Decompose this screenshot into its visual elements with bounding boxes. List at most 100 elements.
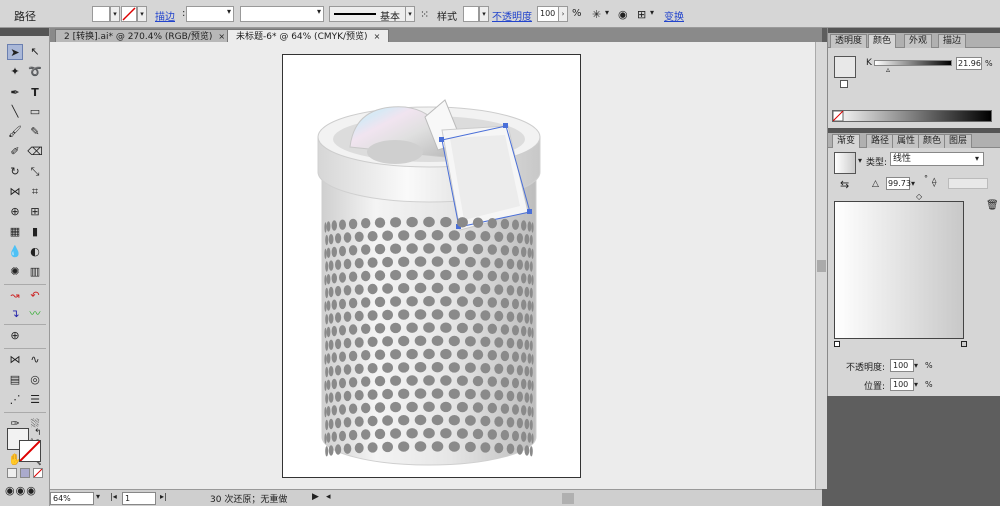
chevron-down-icon[interactable]: ▾	[605, 8, 609, 17]
custom-tool-1[interactable]: ↝	[7, 288, 23, 304]
scallop-tool[interactable]: ⋰	[7, 392, 23, 408]
last-page-icon[interactable]: ▸|	[160, 492, 167, 501]
symbol-sprayer-tool[interactable]: ✺	[7, 264, 23, 280]
scale-tool[interactable]: ⤡	[27, 164, 43, 180]
eraser-tool[interactable]: ⌫	[27, 144, 43, 160]
magic-wand-tool[interactable]: ✦	[7, 64, 23, 80]
gradient-mode-button[interactable]	[20, 468, 30, 478]
midpoint-diamond-icon[interactable]: ◇	[916, 192, 922, 201]
color-swatch[interactable]	[834, 56, 856, 78]
page-select[interactable]: 1	[122, 492, 156, 505]
vertical-scrollbar[interactable]	[815, 42, 827, 489]
gradient-type-select[interactable]: 线性	[890, 152, 984, 166]
first-page-icon[interactable]: |◂	[110, 492, 117, 501]
fill-dropdown[interactable]: ▾	[110, 6, 120, 22]
gradient-stop-right[interactable]	[961, 341, 967, 347]
crosshair-icon[interactable]: ⊕	[7, 328, 23, 344]
stop-location-input[interactable]: 100	[890, 378, 914, 391]
warp-tool[interactable]: ⋈	[7, 352, 23, 368]
tab-transparency[interactable]: 透明度	[830, 34, 868, 48]
tab-pathfinder[interactable]: 路径	[866, 134, 895, 148]
scroll-left-arrow[interactable]: ◂	[326, 492, 331, 502]
recolor-icon[interactable]: ✳	[592, 8, 601, 21]
stroke-swatch[interactable]	[121, 6, 137, 22]
pen-tool[interactable]: ✒	[7, 85, 23, 101]
reverse-gradient-icon[interactable]: ⇆	[840, 178, 849, 191]
stop-opacity-input[interactable]: 100	[890, 359, 914, 372]
mesh-tool[interactable]: ▦	[7, 224, 23, 240]
gradient-swatch[interactable]	[834, 152, 856, 174]
column-graph-tool[interactable]: ▥	[27, 264, 43, 280]
none-mode-button[interactable]	[33, 468, 43, 478]
line-tool[interactable]: ╲	[7, 104, 23, 120]
style-dropdown[interactable]: ▾	[479, 6, 489, 22]
brush-dropdown[interactable]: ▾	[405, 6, 415, 22]
chevron-down-icon[interactable]: ▾	[914, 361, 918, 370]
screen-mode-icons[interactable]: ◉◉◉	[5, 484, 37, 497]
free-transform-tool[interactable]: ⌗	[27, 184, 43, 200]
opacity-stepper[interactable]: ›	[558, 6, 568, 22]
gradient-stop-left[interactable]	[834, 341, 840, 347]
status-menu-arrow[interactable]: ▶	[312, 492, 319, 502]
chevron-down-icon[interactable]: ▾	[914, 380, 918, 389]
horizontal-scroll-thumb[interactable]	[562, 493, 574, 504]
tab-color[interactable]: 颜色	[868, 34, 897, 48]
stroke-link[interactable]: 描边	[155, 8, 175, 23]
aspect-ratio-input[interactable]	[948, 178, 988, 189]
blob-brush-tool[interactable]: ✐	[7, 144, 23, 160]
tools-header[interactable]	[0, 28, 49, 36]
zoom-select[interactable]: 64%	[50, 492, 94, 505]
paintbrush-tool[interactable]: 🖌	[7, 124, 23, 140]
angle-input[interactable]: 99.73	[886, 177, 911, 190]
perspective-grid-tool[interactable]: ⊞	[27, 204, 43, 220]
stroke-weight-input[interactable]: ▾	[186, 6, 234, 22]
lasso-tool[interactable]: ➰	[27, 64, 43, 80]
fill-swatch[interactable]	[92, 6, 110, 22]
pencil-tool[interactable]: ✎	[27, 124, 43, 140]
blend-tool[interactable]: ◐	[27, 244, 43, 260]
tab-attributes[interactable]: 属性	[892, 134, 921, 148]
close-icon[interactable]: ×	[374, 32, 381, 41]
stroke-dropdown[interactable]: ▾	[137, 6, 147, 22]
stroke-color-swatch[interactable]	[19, 440, 41, 462]
eyedropper-tool[interactable]: 💧	[7, 244, 23, 260]
list-tool[interactable]: ☰	[27, 392, 43, 408]
custom-tool-2[interactable]: ↶	[27, 288, 43, 304]
variable-width-profile[interactable]: ▾	[240, 6, 324, 22]
type-tool[interactable]: T	[27, 85, 43, 101]
trash-icon[interactable]: 🗑	[986, 200, 999, 211]
wave-tool[interactable]: ∿	[27, 352, 43, 368]
selection-tool[interactable]: ➤	[7, 44, 23, 60]
canvas-area[interactable]	[50, 42, 815, 489]
custom-tool-3[interactable]: ↴	[7, 306, 23, 322]
tab-appearance[interactable]: 外观	[904, 34, 933, 48]
twirl-tool[interactable]: ◎	[27, 372, 43, 388]
k-value-input[interactable]: 21.96	[956, 57, 982, 70]
k-slider-thumb[interactable]: ▵	[886, 65, 890, 74]
chevron-down-icon[interactable]: ▾	[858, 156, 862, 165]
transform-link[interactable]: 变换	[664, 8, 684, 23]
gradient-tool[interactable]: ▮	[27, 224, 43, 240]
tab-color-2[interactable]: 颜色	[918, 134, 947, 148]
shape-builder-tool[interactable]: ⊕	[7, 204, 23, 220]
width-tool[interactable]: ⋈	[7, 184, 23, 200]
chevron-down-icon[interactable]: ▾	[650, 8, 654, 17]
trash-bin-artwork[interactable]	[50, 42, 815, 489]
color-mode-button[interactable]	[7, 468, 17, 478]
custom-tool-4[interactable]: 〰	[27, 306, 43, 322]
color-spectrum[interactable]	[832, 110, 992, 122]
tab-layers[interactable]: 图层	[944, 134, 973, 148]
brush-definition[interactable]: 基本	[329, 6, 415, 23]
style-swatch[interactable]	[463, 6, 479, 22]
globe-icon[interactable]: ◉	[618, 8, 628, 21]
tab-gradient[interactable]: 渐变	[832, 134, 861, 148]
opacity-link[interactable]: 不透明度	[492, 8, 532, 23]
gradient-preview[interactable]	[834, 201, 964, 339]
rectangle-tool[interactable]: ▭	[27, 104, 43, 120]
close-icon[interactable]: ×	[218, 32, 225, 41]
grid-tool[interactable]: ▤	[7, 372, 23, 388]
align-icon[interactable]: ⊞	[637, 8, 646, 21]
scroll-thumb[interactable]	[817, 260, 826, 272]
tab-stroke[interactable]: 描边	[938, 34, 967, 48]
chevron-down-icon[interactable]: ▾	[911, 179, 915, 188]
